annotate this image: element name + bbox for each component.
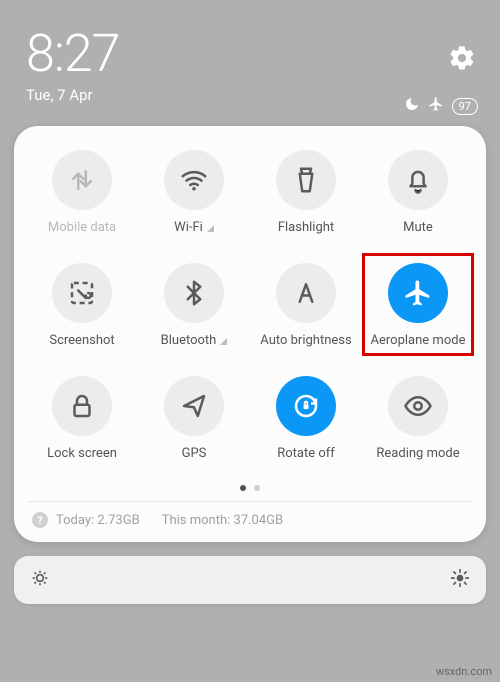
brightness-low-icon — [30, 568, 50, 592]
tile-auto-brightness[interactable]: Auto brightness — [252, 263, 360, 348]
tile-screenshot-button[interactable] — [52, 263, 112, 323]
tile-lock-screen-button[interactable] — [52, 376, 112, 436]
tile-aeroplane-mode[interactable]: Aeroplane mode — [364, 263, 472, 348]
airplane-status-icon — [428, 96, 444, 116]
tile-screenshot-label: Screenshot — [49, 333, 114, 348]
tile-mute[interactable]: Mute — [364, 150, 472, 235]
tile-flashlight-label: Flashlight — [278, 220, 334, 235]
page-dot-1 — [240, 485, 246, 491]
tile-bluetooth[interactable]: Bluetooth — [140, 263, 248, 348]
data-month-value: 37.04GB — [234, 513, 284, 528]
tile-reading-mode-label: Reading mode — [376, 446, 459, 461]
tile-bluetooth-label: Bluetooth — [161, 333, 228, 348]
tile-auto-brightness-label: Auto brightness — [260, 333, 351, 348]
eye-icon — [403, 391, 433, 421]
tile-mute-button[interactable] — [388, 150, 448, 210]
tile-lock-screen-label: Lock screen — [47, 446, 117, 461]
watermark: wsxdn.com — [436, 665, 492, 678]
tile-auto-brightness-button[interactable] — [276, 263, 336, 323]
tile-rotate-off-label: Rotate off — [277, 446, 335, 461]
tile-wifi-label: Wi-Fi — [174, 220, 214, 235]
rotate-lock-icon — [291, 391, 321, 421]
clock-time: 8:27 — [26, 28, 474, 80]
data-arrows-icon — [67, 165, 97, 195]
quick-settings-grid: Mobile data Wi-Fi Flashlight Mute Screenshot… — [28, 150, 472, 461]
tile-flashlight[interactable]: Flashlight — [252, 150, 360, 235]
tile-aeroplane-mode-button[interactable] — [388, 263, 448, 323]
tile-bluetooth-button[interactable] — [164, 263, 224, 323]
tile-gps[interactable]: GPS — [140, 376, 248, 461]
auto-a-icon — [291, 278, 321, 308]
nav-arrow-icon — [179, 391, 209, 421]
data-usage-row[interactable]: ? Today: 2.73GB This month: 37.04GB — [28, 501, 472, 530]
page-dot-2 — [254, 485, 260, 491]
tile-mobile-data-label: Mobile data — [48, 220, 116, 235]
tile-flashlight-button[interactable] — [276, 150, 336, 210]
data-today-value: 2.73GB — [97, 513, 139, 528]
brightness-high-icon — [450, 568, 470, 592]
bell-icon — [403, 165, 433, 195]
brightness-slider[interactable] — [14, 556, 486, 604]
tile-reading-mode[interactable]: Reading mode — [364, 376, 472, 461]
settings-gear-icon[interactable] — [448, 44, 476, 76]
bluetooth-icon — [179, 278, 209, 308]
battery-indicator: 97 — [452, 98, 478, 115]
help-icon: ? — [32, 512, 48, 528]
plane-icon — [403, 278, 433, 308]
tile-gps-button[interactable] — [164, 376, 224, 436]
wifi-icon — [179, 165, 209, 195]
expand-indicator-icon — [220, 338, 227, 345]
quick-settings-panel: Mobile data Wi-Fi Flashlight Mute Screenshot… — [14, 126, 486, 542]
lock-icon — [67, 391, 97, 421]
tile-wifi-button[interactable] — [164, 150, 224, 210]
screenshot-icon — [67, 278, 97, 308]
tile-reading-mode-button[interactable] — [388, 376, 448, 436]
flashlight-icon — [291, 165, 321, 195]
tile-aeroplane-mode-label: Aeroplane mode — [371, 333, 466, 348]
tile-lock-screen[interactable]: Lock screen — [28, 376, 136, 461]
page-indicator[interactable] — [28, 485, 472, 491]
dnd-moon-icon — [404, 96, 420, 116]
tile-wifi[interactable]: Wi-Fi — [140, 150, 248, 235]
tile-gps-label: GPS — [182, 446, 207, 461]
status-header: 8:27 Tue, 7 Apr 97 — [0, 0, 500, 112]
tile-rotate-off[interactable]: Rotate off — [252, 376, 360, 461]
data-month-label: This month: — [162, 513, 231, 528]
tile-mute-label: Mute — [403, 220, 433, 235]
tile-screenshot[interactable]: Screenshot — [28, 263, 136, 348]
tile-mobile-data-button[interactable] — [52, 150, 112, 210]
tile-mobile-data[interactable]: Mobile data — [28, 150, 136, 235]
status-indicators: 97 — [404, 96, 478, 116]
data-today-label: Today: — [56, 513, 94, 528]
expand-indicator-icon — [207, 225, 214, 232]
tile-rotate-off-button[interactable] — [276, 376, 336, 436]
